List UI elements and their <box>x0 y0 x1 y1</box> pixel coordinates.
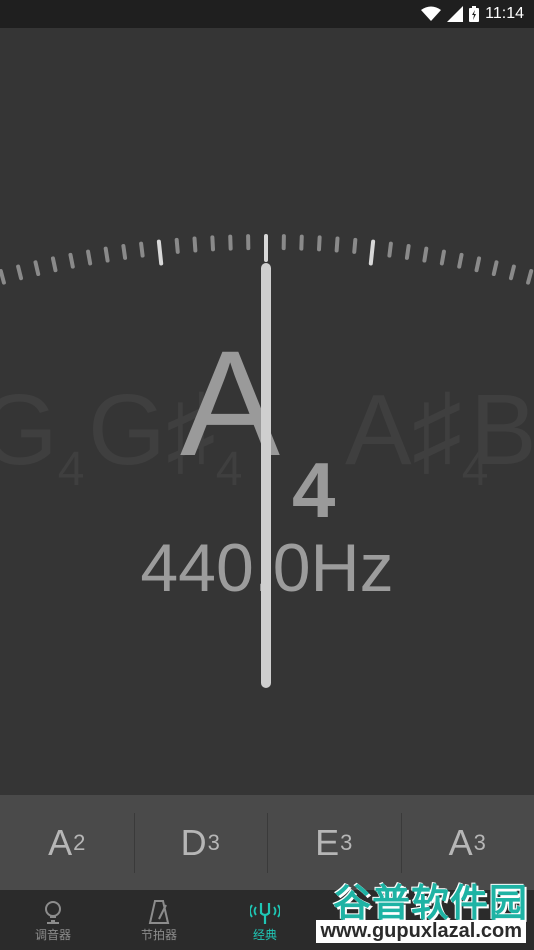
string-button-1[interactable]: A2 <box>0 795 134 890</box>
tuner-needle <box>261 263 271 688</box>
nav-tuner[interactable]: 调音器 <box>0 890 106 950</box>
pin-icon <box>42 898 64 926</box>
wifi-icon <box>421 6 442 22</box>
cell-signal-icon <box>447 6 464 22</box>
battery-icon <box>469 6 480 22</box>
status-bar: 11:14 <box>0 0 534 28</box>
nav-metronome[interactable]: 节拍器 <box>106 890 212 950</box>
metronome-icon <box>148 898 170 926</box>
site-watermark: 谷普软件园 www.gupuxlazal.com <box>292 870 534 950</box>
status-time: 11:14 <box>485 5 524 22</box>
string-button-2[interactable]: D3 <box>133 795 268 890</box>
tuner-main: G4 G♯4 A♯4 B A 4 440.0Hz <box>0 28 534 795</box>
tuning-fork-icon <box>250 898 280 926</box>
